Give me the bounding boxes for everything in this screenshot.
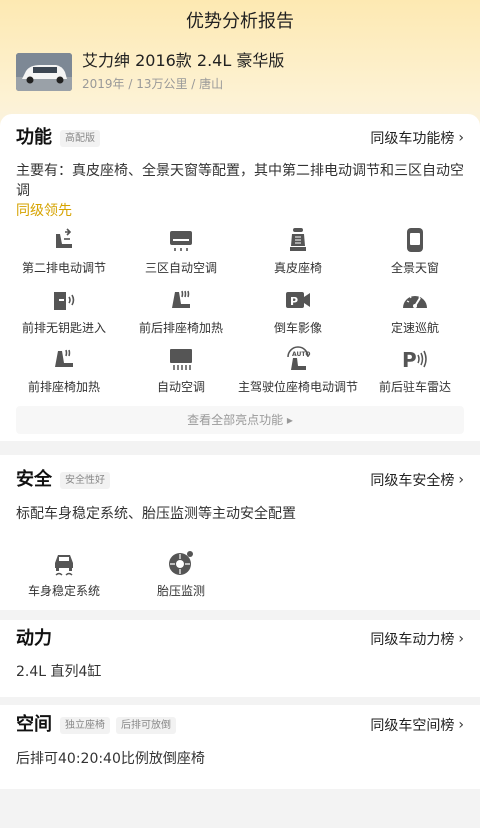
front-seat-heating-icon: [55, 349, 73, 367]
feature-label: 前后驻车雷达: [378, 380, 451, 394]
feature-item[interactable]: 三区自动空调: [121, 226, 241, 276]
safety-tag: 安全性好: [60, 471, 110, 489]
car-thumbnail[interactable]: [16, 53, 72, 91]
space-rank-link[interactable]: 同级车空间榜 ›: [370, 713, 464, 737]
feature-label: 第二排电动调节: [21, 261, 106, 275]
safety-desc: 标配车身稳定系统、胎压监测等主动安全配置: [16, 506, 296, 522]
safety-title: 安全: [16, 469, 52, 490]
space-rank-label: 同级车空间榜: [370, 718, 455, 734]
feature-item[interactable]: 定速巡航: [355, 286, 475, 336]
power-title: 动力: [16, 628, 52, 649]
function-title: 功能: [16, 127, 52, 148]
safety-header: 安全 安全性好: [16, 468, 110, 492]
space-card: 空间 独立座椅 后排可放倒 同级车空间榜 › 后排可40:20:40比例放倒座椅: [0, 705, 480, 789]
air-conditioner-icon: [170, 231, 192, 251]
auto-ac-icon: [170, 349, 192, 370]
page-title: 优势分析报告: [186, 11, 294, 32]
car-meta: 2019年 / 13万公里 / 唐山: [82, 77, 224, 91]
chevron-right-icon: ›: [458, 631, 464, 647]
space-desc: 后排可40:20:40比例放倒座椅: [16, 751, 205, 767]
power-header: 动力: [16, 627, 52, 651]
feature-label: 胎压监测: [156, 584, 205, 598]
function-desc-text: 主要有：真皮座椅、全景天窗等配置，其中第二排电动调节和三区自动空调: [16, 163, 464, 199]
function-rank-link[interactable]: 同级车功能榜 ›: [370, 126, 464, 150]
svg-text:AUTO: AUTO: [292, 351, 311, 358]
function-desc: 主要有：真皮座椅、全景天窗等配置，其中第二排电动调节和三区自动空调 同级领先: [16, 161, 466, 221]
view-all-features-button[interactable]: 查看全部亮点功能 ▸: [16, 406, 464, 434]
chevron-right-icon: ›: [458, 130, 464, 146]
space-tag: 后排可放倒: [116, 716, 176, 734]
tire-pressure-icon: [169, 551, 193, 575]
chevron-right-icon: ›: [458, 717, 464, 733]
feature-label: 车身稳定系统: [27, 584, 100, 598]
feature-item[interactable]: P 前后驻车雷达: [355, 345, 475, 395]
feature-item[interactable]: AUTO 主驾驶位座椅电动调节: [238, 345, 358, 395]
feature-label: 自动空调: [156, 380, 205, 394]
svg-text:P: P: [402, 348, 417, 372]
driver-seat-power-icon: AUTO: [287, 346, 311, 370]
feature-label: 前后排座椅加热: [138, 321, 223, 335]
stability-control-icon: [55, 555, 73, 576]
feature-label: 定速巡航: [390, 321, 439, 335]
seat-adjust-icon: [56, 228, 72, 248]
feature-label: 倒车影像: [273, 321, 322, 335]
feature-label: 全景天窗: [390, 261, 439, 275]
space-tag: 独立座椅: [60, 716, 110, 734]
feature-item[interactable]: 全景天窗: [355, 226, 475, 276]
leather-seat-icon: [290, 228, 306, 251]
keyless-entry-icon: [54, 292, 75, 310]
feature-item[interactable]: 车身稳定系统: [4, 549, 124, 599]
safety-card: 安全 安全性好 同级车安全榜 › 标配车身稳定系统、胎压监测等主动安全配置 车身…: [0, 455, 480, 610]
svg-text:P: P: [290, 295, 298, 308]
feature-label: 真皮座椅: [273, 261, 322, 275]
power-desc: 2.4L 直列4缸: [16, 664, 102, 680]
function-desc-highlight: 同级领先: [16, 203, 72, 219]
rear-camera-icon: P: [286, 292, 310, 308]
function-header: 功能 高配版: [16, 126, 100, 150]
seat-heating-icon: [172, 290, 190, 308]
car-name: 艾力绅 2016款 2.4L 豪华版: [82, 51, 285, 70]
feature-label: 前排座椅加热: [27, 380, 100, 394]
power-rank-label: 同级车动力榜: [370, 632, 455, 648]
safety-rank-link[interactable]: 同级车安全榜 ›: [370, 468, 464, 492]
feature-item[interactable]: 真皮座椅: [238, 226, 358, 276]
cruise-control-icon: [403, 294, 427, 308]
feature-item[interactable]: 第二排电动调节: [4, 226, 124, 276]
feature-item[interactable]: 胎压监测: [121, 549, 241, 599]
safety-rank-label: 同级车安全榜: [370, 473, 455, 489]
feature-item[interactable]: 前后排座椅加热: [121, 286, 241, 336]
chevron-right-icon: ›: [458, 472, 464, 488]
function-tag: 高配版: [60, 129, 100, 147]
sunroof-icon: [407, 228, 423, 252]
function-rank-label: 同级车功能榜: [370, 131, 455, 147]
parking-radar-icon: P: [402, 348, 427, 372]
power-rank-link[interactable]: 同级车动力榜 ›: [370, 627, 464, 651]
feature-item[interactable]: 前排无钥匙进入: [4, 286, 124, 336]
power-card: 动力 同级车动力榜 › 2.4L 直列4缸: [0, 620, 480, 697]
space-title: 空间: [16, 714, 52, 735]
function-card: 功能 高配版 同级车功能榜 › 主要有：真皮座椅、全景天窗等配置，其中第二排电动…: [0, 114, 480, 441]
feature-label: 前排无钥匙进入: [21, 321, 106, 335]
space-header: 空间 独立座椅 后排可放倒: [16, 713, 176, 737]
feature-item[interactable]: P 倒车影像: [238, 286, 358, 336]
feature-item[interactable]: 自动空调: [121, 345, 241, 395]
feature-item[interactable]: 前排座椅加热: [4, 345, 124, 395]
feature-label: 主驾驶位座椅电动调节: [238, 380, 358, 394]
feature-label: 三区自动空调: [144, 261, 217, 275]
